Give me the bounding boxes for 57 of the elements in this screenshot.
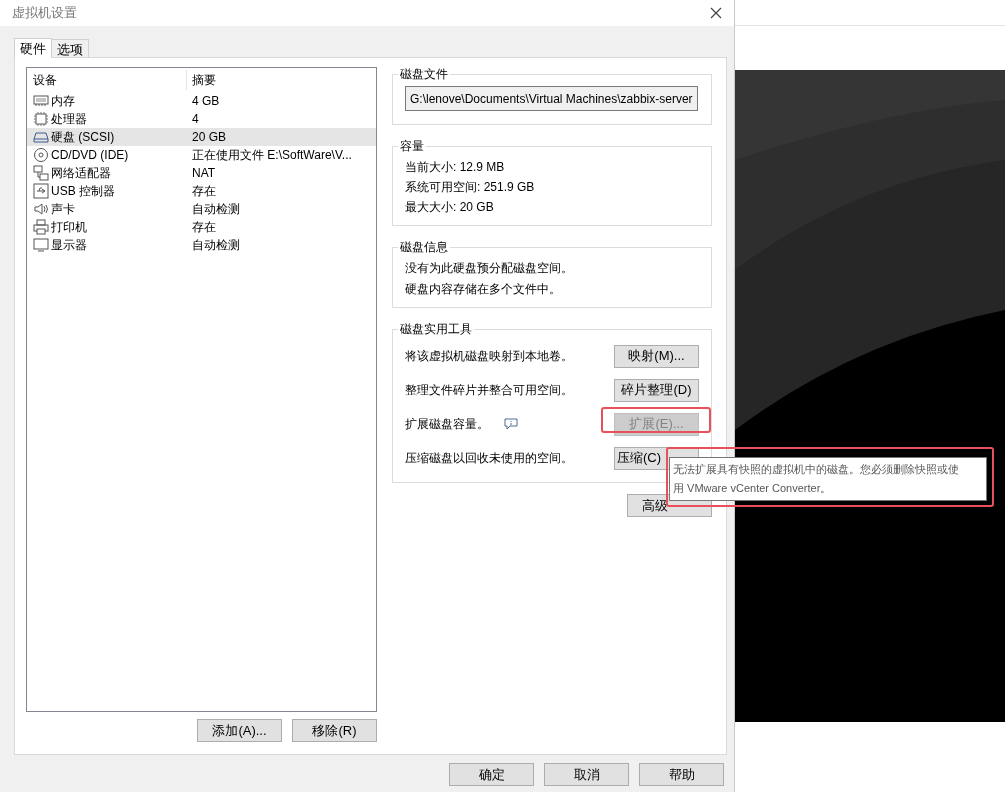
device-summary: 自动检测 xyxy=(191,237,240,254)
utility-label: 压缩磁盘以回收未使用的空间。 xyxy=(405,450,573,467)
device-summary: 存在 xyxy=(191,183,216,200)
group-title: 容量 xyxy=(398,138,426,154)
info-text: 硬盘内容存储在多个文件中。 xyxy=(405,281,562,298)
utility-button[interactable]: 映射(M)... xyxy=(614,344,699,368)
speaker-icon xyxy=(33,201,49,217)
dialog-button[interactable]: 添加(A)... xyxy=(197,719,282,742)
network-icon xyxy=(33,165,49,181)
disc-icon xyxy=(33,147,49,163)
device-name: 内存 xyxy=(51,93,75,110)
device-summary: 20 GB xyxy=(191,129,227,146)
device-name: 网络适配器 xyxy=(51,165,111,182)
column-header: 摘要 xyxy=(191,72,216,89)
device-name: 显示器 xyxy=(51,237,87,254)
memory-icon xyxy=(33,93,49,109)
comment-icon xyxy=(504,418,518,430)
tab[interactable]: 选项 xyxy=(52,39,89,57)
device-name: 处理器 xyxy=(51,111,87,128)
group-title: 磁盘信息 xyxy=(398,239,450,255)
monitor-icon xyxy=(33,237,49,253)
device-name: 硬盘 (SCSI) xyxy=(51,129,115,146)
usb-icon xyxy=(33,183,49,199)
utility-button[interactable]: 碎片整理(D) xyxy=(614,378,699,402)
device-name: CD/DVD (IDE) xyxy=(51,147,129,164)
device-name: USB 控制器 xyxy=(51,183,115,200)
device-name: 打印机 xyxy=(51,219,87,236)
utility-label: 扩展磁盘容量。 xyxy=(405,416,489,433)
utility-label: 整理文件碎片并整合可用空间。 xyxy=(405,382,573,399)
dialog-button[interactable]: 移除(R) xyxy=(292,719,377,742)
group-title: 磁盘文件 xyxy=(398,66,450,82)
capacity-text: 最大大小: 20 GB xyxy=(405,199,495,216)
capacity-text: 当前大小: 12.9 MB xyxy=(405,159,506,176)
column-header: 设备 xyxy=(27,70,187,90)
path-field[interactable]: G:\lenove\Documents\Virtual Machines\zabbix-server xyxy=(405,86,698,111)
dialog-button[interactable]: 确定 xyxy=(449,763,534,786)
info-text: 没有为此硬盘预分配磁盘空间。 xyxy=(405,260,574,277)
capacity-text: 系统可用空间: 251.9 GB xyxy=(405,179,536,196)
close-icon xyxy=(710,7,722,19)
utility-label: 将该虚拟机磁盘映射到本地卷。 xyxy=(405,348,573,365)
device-row[interactable]: 硬盘 (SCSI) 20 GB xyxy=(27,128,376,146)
device-summary: NAT xyxy=(191,165,216,182)
dialog-button[interactable]: 帮助 xyxy=(639,763,724,786)
chip-icon xyxy=(33,111,49,127)
device-summary: 存在 xyxy=(191,219,216,236)
tab[interactable]: 硬件 xyxy=(14,38,52,58)
device-summary: 4 xyxy=(191,111,199,128)
device-summary: 4 GB xyxy=(191,93,220,110)
device-summary: 正在使用文件 E:\SoftWare\V... xyxy=(191,147,352,164)
group-title: 磁盘实用工具 xyxy=(398,321,474,337)
printer-icon xyxy=(33,219,49,235)
dialog-button[interactable]: 取消 xyxy=(544,763,629,786)
tooltip-text: 用 VMware vCenter Converter。 xyxy=(673,481,832,496)
device-summary: 自动检测 xyxy=(191,201,240,218)
close-button[interactable] xyxy=(708,5,724,21)
device-name: 声卡 xyxy=(51,201,75,218)
window-title: 虚拟机设置 xyxy=(12,4,77,23)
